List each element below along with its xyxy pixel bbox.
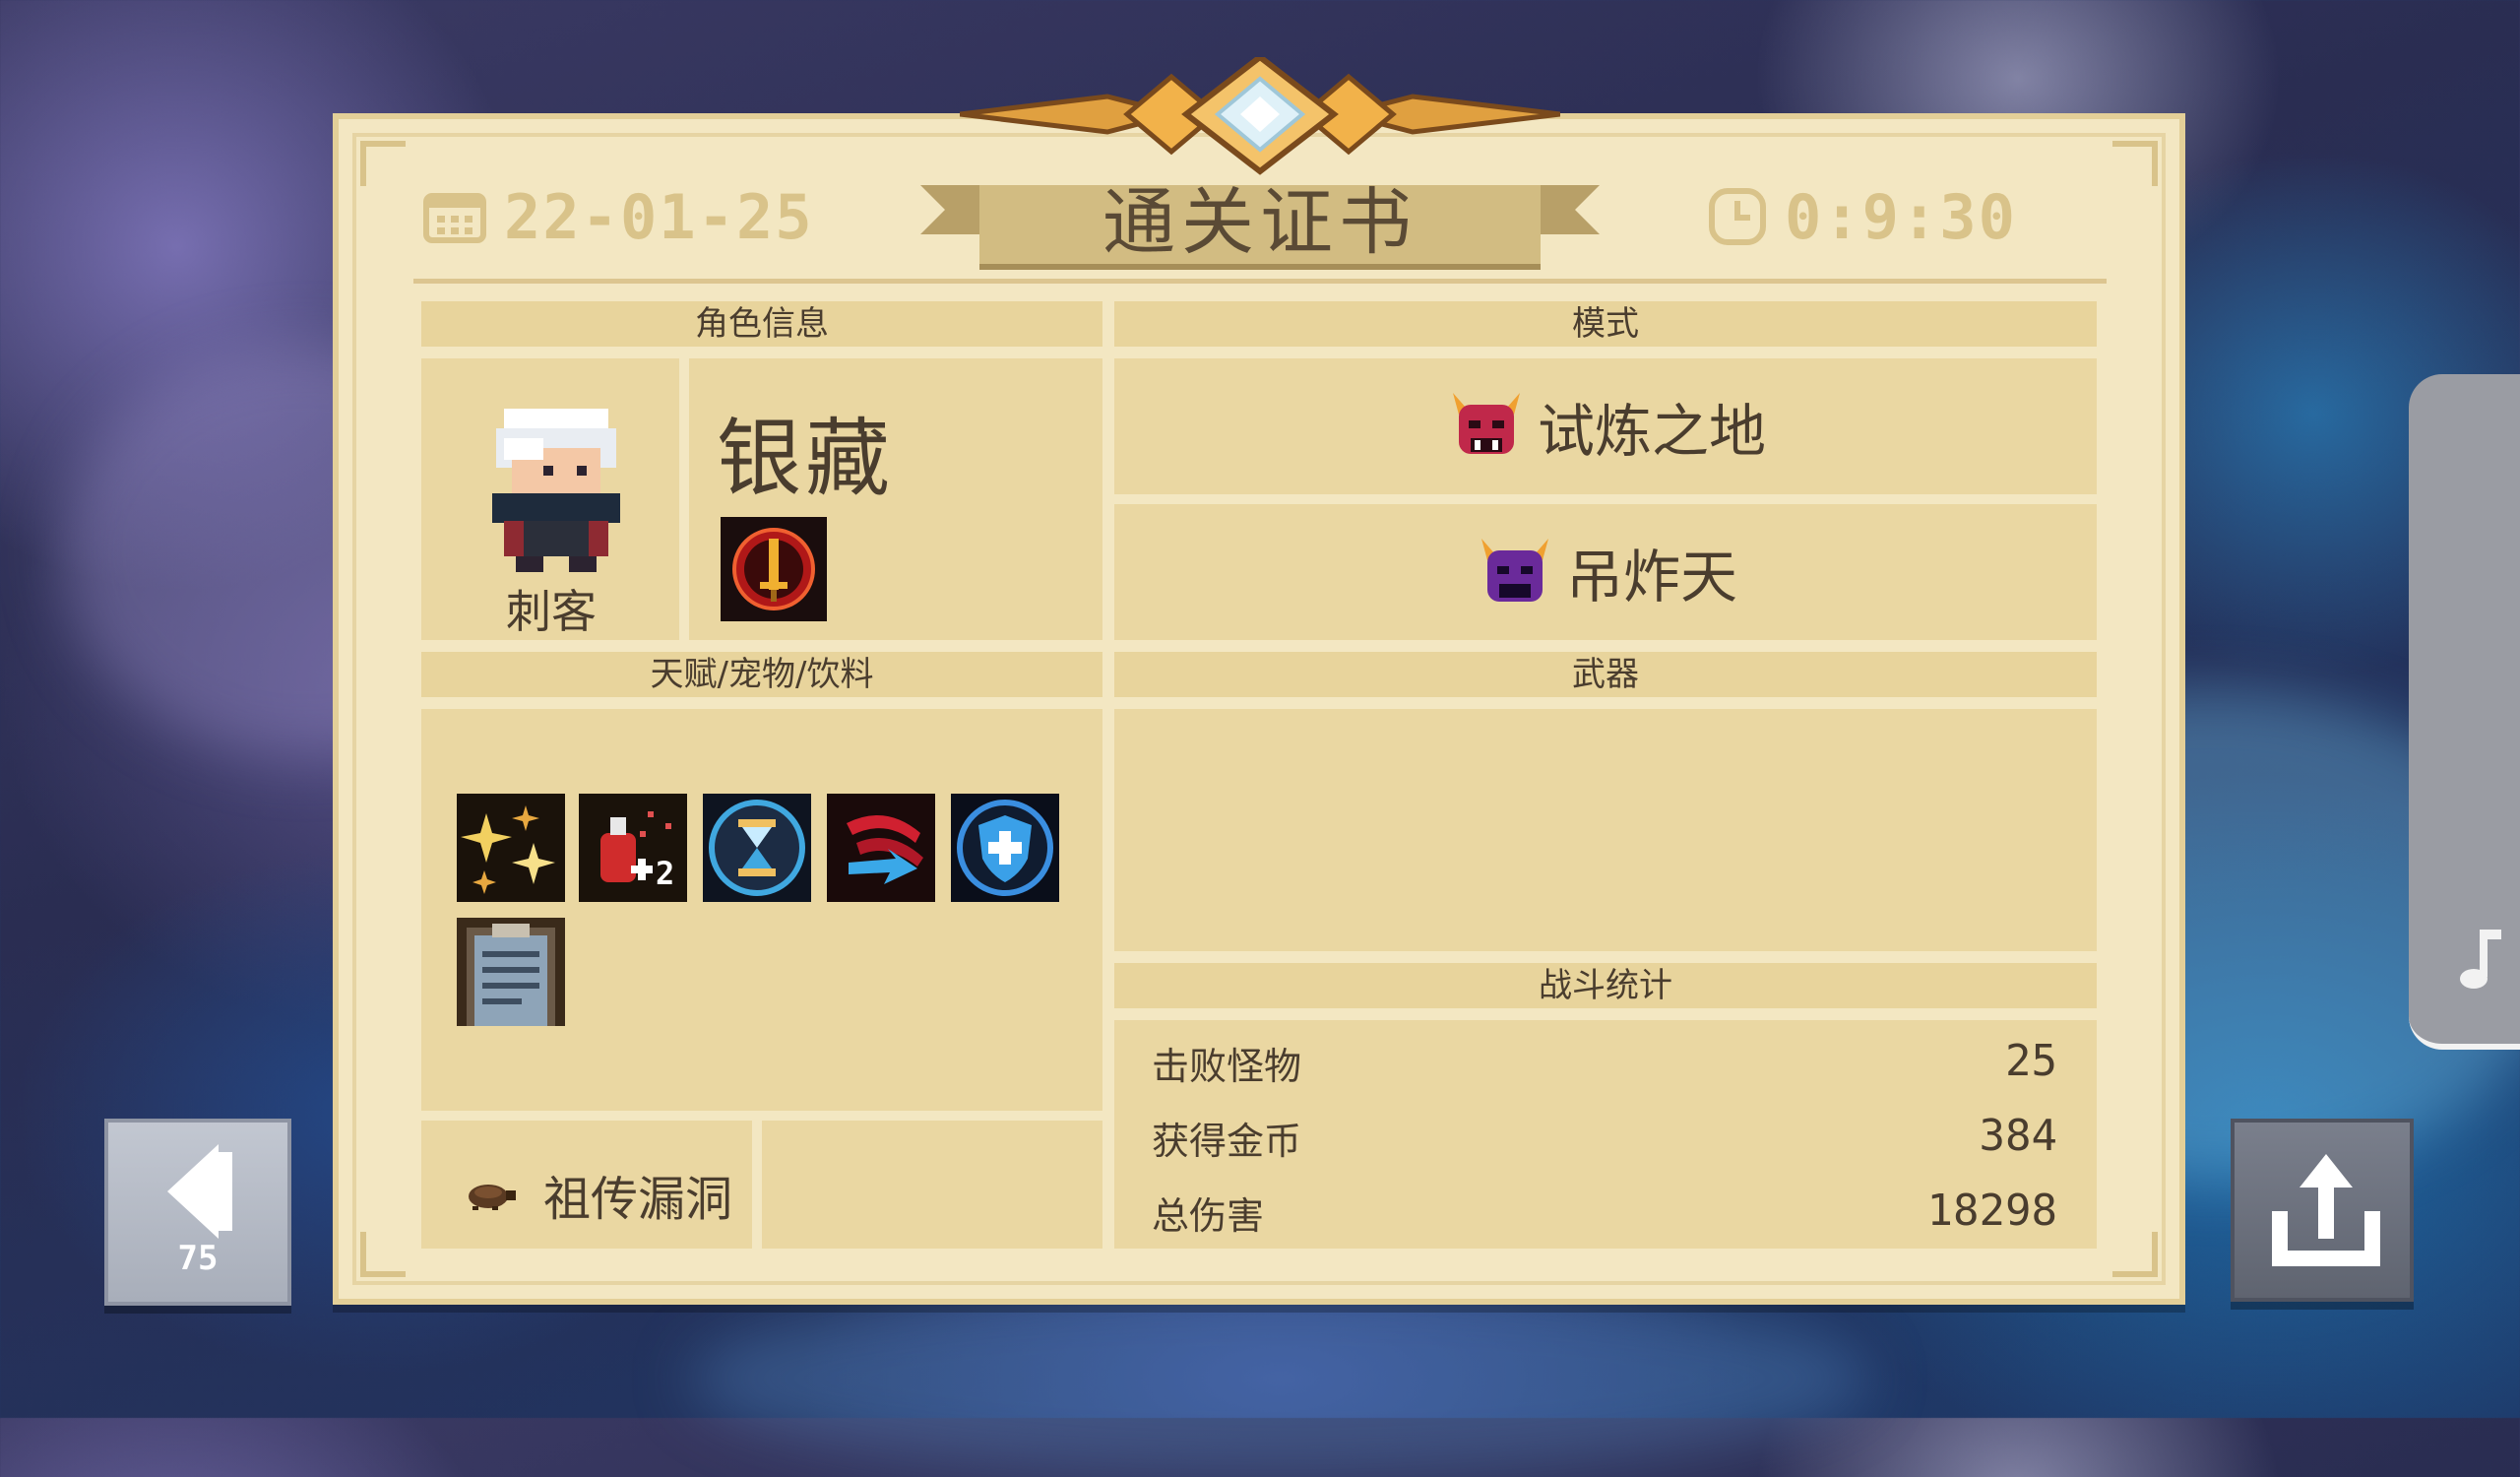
section-header-buffs: 天赋/宠物/饮料 xyxy=(421,652,1102,697)
crest-ornament-icon xyxy=(960,57,1560,175)
empty-slot-panel xyxy=(762,1121,1102,1249)
stat-value: 18298 xyxy=(1926,1186,2057,1236)
music-note-icon xyxy=(2460,930,2501,989)
corner-ornament xyxy=(360,1232,406,1277)
time-display: 0:9:30 xyxy=(1708,180,2017,253)
background-blob xyxy=(689,1280,1870,1477)
red-demon-mask-icon xyxy=(1452,393,1520,454)
stat-row: 总伤害 18298 xyxy=(1152,1186,2057,1240)
certificate-title: 通关证书 xyxy=(1102,180,1418,265)
buffs-panel xyxy=(421,709,1102,1111)
mode-item: 吊炸天 xyxy=(1114,506,2097,638)
purple-demon-mask-icon xyxy=(1480,539,1548,602)
music-side-tab[interactable] xyxy=(2409,374,2520,1050)
bug-label: 祖传漏洞 xyxy=(543,1172,733,1227)
share-icon xyxy=(2272,1154,2380,1266)
stat-value: 25 xyxy=(2005,1036,2057,1086)
stat-label: 获得金币 xyxy=(1152,1120,1302,1163)
stat-row: 获得金币 384 xyxy=(1152,1111,2057,1165)
mode-label: 试炼之地 xyxy=(1537,398,1766,465)
potion-plus-two-icon[interactable]: 2 xyxy=(579,794,687,902)
shield-cross-icon[interactable] xyxy=(951,794,1059,902)
sword-skill-icon xyxy=(721,517,827,621)
bug-item: 祖传漏洞 xyxy=(463,1160,732,1229)
date-text: 22-01-25 xyxy=(504,180,814,253)
header-divider xyxy=(413,279,2107,284)
mode-label: 吊炸天 xyxy=(1565,544,1737,610)
hero-class-label: 刺客 xyxy=(506,585,597,638)
corner-ornament xyxy=(360,141,406,186)
date-display: 22-01-25 xyxy=(423,180,814,253)
stat-label: 击败怪物 xyxy=(1152,1045,1302,1088)
stat-row: 击败怪物 25 xyxy=(1152,1036,2057,1090)
stat-value: 384 xyxy=(1979,1111,2057,1161)
share-button[interactable] xyxy=(2231,1119,2414,1302)
svg-text:2: 2 xyxy=(656,855,674,892)
corner-ornament xyxy=(2112,1232,2158,1277)
weapons-panel xyxy=(1114,709,2097,951)
calendar-icon xyxy=(423,193,486,243)
back-arrow-icon xyxy=(167,1144,232,1239)
time-text: 0:9:30 xyxy=(1785,180,2017,253)
back-count: 75 xyxy=(177,1239,219,1278)
back-button[interactable]: 75 xyxy=(104,1119,291,1306)
section-header-weapons: 武器 xyxy=(1114,652,2097,697)
clipboard-icon[interactable] xyxy=(457,918,565,1026)
hourglass-icon[interactable] xyxy=(703,794,811,902)
section-header-character: 角色信息 xyxy=(421,301,1102,347)
section-header-stats: 战斗统计 xyxy=(1114,963,2097,1008)
hero-name: 银藏 xyxy=(717,410,894,508)
claw-dash-icon[interactable] xyxy=(827,794,935,902)
clock-icon xyxy=(1709,188,1766,245)
beetle-icon xyxy=(469,1185,516,1210)
section-header-mode: 模式 xyxy=(1114,301,2097,347)
corner-ornament xyxy=(2112,141,2158,186)
assassin-hero-sprite-icon xyxy=(492,409,620,572)
stat-label: 总伤害 xyxy=(1152,1194,1265,1238)
mode-item: 试炼之地 xyxy=(1114,360,2097,492)
sparkle-burst-icon[interactable] xyxy=(457,794,565,902)
